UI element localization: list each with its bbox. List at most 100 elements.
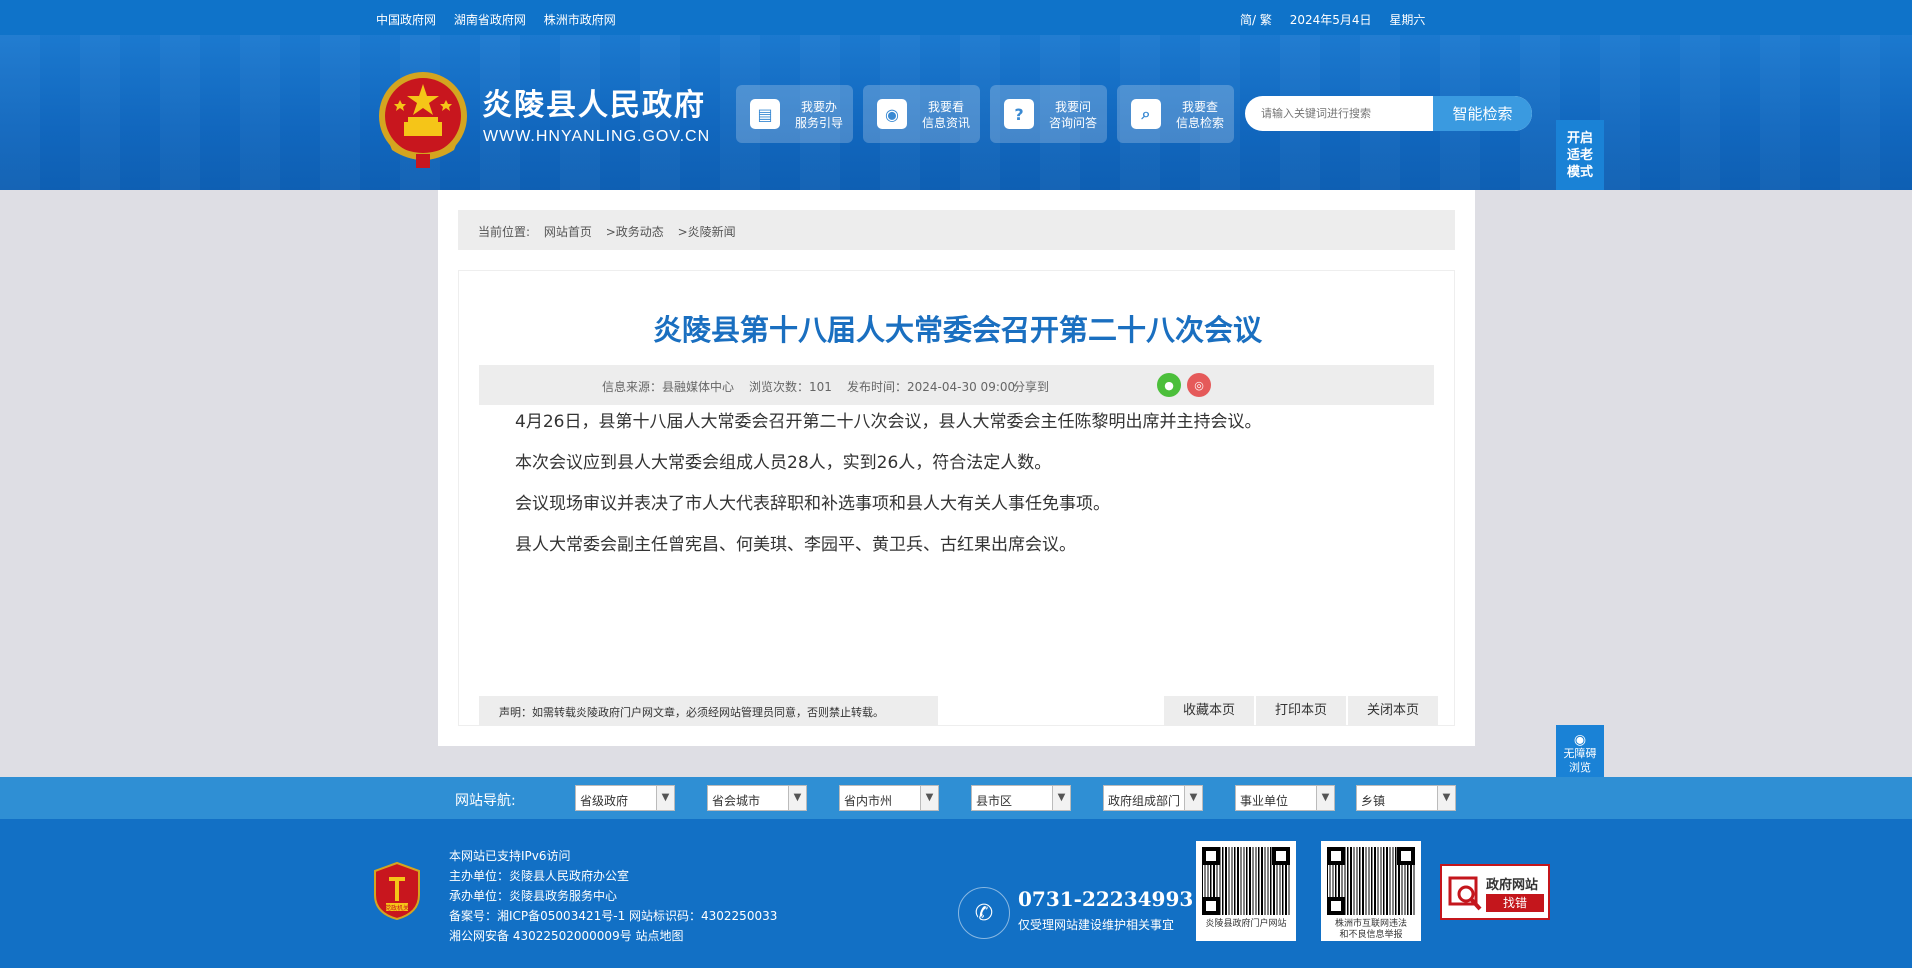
nav-select-institutions[interactable]: 事业单位 ▼ — [1235, 785, 1335, 811]
icp-line: 备案号：湘ICP备05003421号-1 网站标识码：4302250033 — [449, 909, 778, 923]
service-do-button[interactable]: ▤ 我要办 服务引导 — [736, 85, 853, 143]
service-do-line2: 服务引导 — [794, 116, 843, 130]
service-view-button[interactable]: ◉ 我要看 信息资讯 — [863, 85, 980, 143]
link-china-gov[interactable]: 中国政府网 — [376, 13, 436, 27]
chevron-down-icon: ▼ — [1316, 786, 1334, 810]
nav-select-towns[interactable]: 乡镇 ▼ — [1356, 785, 1456, 811]
link-zhuzhou-gov[interactable]: 株洲市政府网 — [544, 13, 616, 27]
site-search: 智能检索 — [1245, 96, 1532, 131]
breadcrumb-home[interactable]: 网站首页 — [544, 225, 592, 239]
language-switch[interactable]: 简/ 繁 — [1240, 13, 1272, 27]
nav-select-provincial[interactable]: 省级政府 ▼ — [575, 785, 675, 811]
article-paragraph: 县人大常委会副主任曾宪昌、何美琪、李园平、黄卫兵、古红果出席会议。 — [515, 535, 1076, 555]
chevron-down-icon: ▼ — [656, 786, 674, 810]
chevron-down-icon: ▼ — [1184, 786, 1202, 810]
contact-phone-note: 仅受理网站建设维护相关事宜 — [1018, 918, 1175, 932]
article-paragraph: 本次会议应到县人大常委会组成人员28人，实到26人，符合法定人数。 — [515, 453, 1052, 473]
top-right: 简/ 繁 2024年5月4日 星期六 — [1240, 11, 1439, 28]
nav-select-value: 省会城市 — [712, 794, 761, 808]
search-icon: ⌕ — [1131, 99, 1161, 129]
site-url: WWW.HNYANLING.GOV.CN — [483, 128, 711, 145]
breadcrumb-news[interactable]: >炎陵新闻 — [678, 225, 736, 239]
nav-select-value: 乡镇 — [1361, 794, 1386, 808]
link-hunan-gov[interactable]: 湖南省政府网 — [454, 13, 526, 27]
service-do-line1: 我要办 — [800, 100, 837, 114]
chevron-down-icon: ▼ — [1052, 786, 1070, 810]
qr-code-report-caption: 株洲市互联网违法 和不良信息举报 — [1327, 919, 1415, 941]
search-button[interactable]: 智能检索 — [1433, 96, 1532, 131]
document-icon: ▤ — [750, 99, 780, 129]
copyright-notice: 声明：如需转载炎陵政府门户网文章，必须经网站管理员同意，否则禁止转载。 — [479, 696, 938, 726]
organizer-line: 承办单位：炎陵县政务服务中心 — [449, 889, 618, 903]
current-date: 2024年5月4日 — [1289, 13, 1372, 27]
main-content: 当前位置: 网站首页 >政务动态 >炎陵新闻 炎陵县第十八届人大常委会召开第二十… — [438, 190, 1475, 746]
question-icon: ? — [1004, 99, 1034, 129]
top-links: 中国政府网 湖南省政府网 株洲市政府网 — [376, 11, 630, 28]
article-views: 浏览次数：101 — [749, 380, 832, 394]
search-input[interactable] — [1245, 96, 1435, 131]
service-search-line1: 我要查 — [1181, 100, 1218, 114]
bookmark-button[interactable]: 收藏本页 — [1164, 696, 1254, 726]
gov-website-error-report-button[interactable]: 政府网站 找错 — [1440, 864, 1550, 920]
site-header: 炎陵县人民政府 WWW.HNYANLING.GOV.CN ▤ 我要办 服务引导 … — [0, 35, 1912, 190]
article-paragraph: 4月26日，县第十八届人大常委会召开第二十八次会议，县人大常委会主任陈黎明出席并… — [515, 412, 1262, 432]
qr-code-icon — [1327, 847, 1415, 915]
service-view-line2: 信息资讯 — [921, 116, 970, 130]
close-page-button[interactable]: 关闭本页 — [1348, 696, 1438, 726]
gov-error-line2: 找错 — [1486, 894, 1544, 912]
print-button[interactable]: 打印本页 — [1256, 696, 1346, 726]
qr-code-report: 株洲市互联网违法 和不良信息举报 — [1321, 841, 1421, 941]
article-paragraph: 会议现场审议并表决了市人大代表辞职和补选事项和县人大有关人事任免事项。 — [515, 494, 1110, 514]
site-navigation: 网站导航: 省级政府 ▼ 省会城市 ▼ 省内市州 ▼ 县市区 ▼ 政府组成部门 … — [0, 777, 1912, 819]
nav-select-cities[interactable]: 省内市州 ▼ — [839, 785, 939, 811]
current-weekday: 星期六 — [1389, 13, 1426, 27]
elder-mode-button[interactable]: 开启 适老 模式 — [1556, 120, 1604, 190]
service-ask-line1: 我要问 — [1054, 100, 1091, 114]
badge-text: 党政机关 — [385, 904, 409, 912]
service-view-line1: 我要看 — [927, 100, 964, 114]
footer-info: 本网站已支持IPv6访问 主办单位：炎陵县人民政府办公室 承办单位：炎陵县政务服… — [449, 846, 777, 946]
top-bar: 中国政府网 湖南省政府网 株洲市政府网 简/ 繁 2024年5月4日 星期六 — [0, 0, 1912, 35]
share-label: 分享到 — [1013, 380, 1050, 394]
service-search-button[interactable]: ⌕ 我要查 信息检索 — [1117, 85, 1234, 143]
police-record-line[interactable]: 湘公网安备 43022502000009号 站点地图 — [449, 926, 777, 946]
elder-mode-line2: 适老 — [1566, 148, 1593, 163]
sponsor-line: 主办单位：炎陵县人民政府办公室 — [449, 869, 630, 883]
nav-select-value: 省内市州 — [844, 794, 893, 808]
article: 炎陵县第十八届人大常委会召开第二十八次会议 信息来源：县融媒体中心 浏览次数：1… — [458, 270, 1455, 726]
elder-mode-line3: 模式 — [1566, 165, 1593, 180]
nav-select-counties[interactable]: 县市区 ▼ — [971, 785, 1071, 811]
qr-caption-line1: 株洲市互联网违法 — [1334, 919, 1407, 929]
magnifier-icon — [1448, 876, 1482, 911]
qr-code-portal-caption: 炎陵县政府门户网站 — [1205, 919, 1287, 929]
elder-mode-line1: 开启 — [1566, 131, 1593, 146]
nav-select-departments[interactable]: 政府组成部门 ▼ — [1103, 785, 1203, 811]
nav-select-value: 省级政府 — [580, 794, 629, 808]
nav-select-capitals[interactable]: 省会城市 ▼ — [707, 785, 807, 811]
site-footer: 党政机关 本网站已支持IPv6访问 主办单位：炎陵县人民政府办公室 承办单位：炎… — [0, 819, 1912, 968]
qr-code-icon — [1202, 847, 1290, 915]
wechat-share-icon[interactable]: ● — [1157, 373, 1181, 397]
service-search-line2: 信息检索 — [1175, 116, 1224, 130]
nav-label: 网站导航: — [455, 793, 516, 809]
accessibility-line1: 无障碍 — [1563, 747, 1597, 760]
nav-select-value: 县市区 — [976, 794, 1013, 808]
service-ask-button[interactable]: ? 我要问 咨询问答 — [990, 85, 1107, 143]
contact-phone: 0731-22234993 — [1018, 887, 1194, 911]
nav-select-value: 政府组成部门 — [1108, 794, 1181, 808]
nav-select-value: 事业单位 — [1240, 794, 1289, 808]
article-source: 信息来源：县融媒体中心 — [602, 380, 735, 394]
weibo-share-icon[interactable]: ◎ — [1187, 373, 1211, 397]
breadcrumb: 当前位置: 网站首页 >政务动态 >炎陵新闻 — [458, 210, 1455, 250]
national-emblem-icon — [379, 72, 467, 168]
chevron-down-icon: ▼ — [1437, 786, 1455, 810]
eye-icon: ◉ — [877, 99, 907, 129]
article-published: 发布时间：2024-04-30 09:00 — [847, 380, 1016, 394]
breadcrumb-affairs[interactable]: >政务动态 — [606, 225, 664, 239]
party-government-badge-icon: 党政机关 — [374, 861, 420, 921]
eye-icon: ◉ — [1573, 732, 1587, 748]
qr-caption-line2: 和不良信息举报 — [1339, 930, 1403, 940]
chevron-down-icon: ▼ — [920, 786, 938, 810]
qr-code-portal: 炎陵县政府门户网站 — [1196, 841, 1296, 941]
ipv6-line: 本网站已支持IPv6访问 — [449, 849, 571, 863]
